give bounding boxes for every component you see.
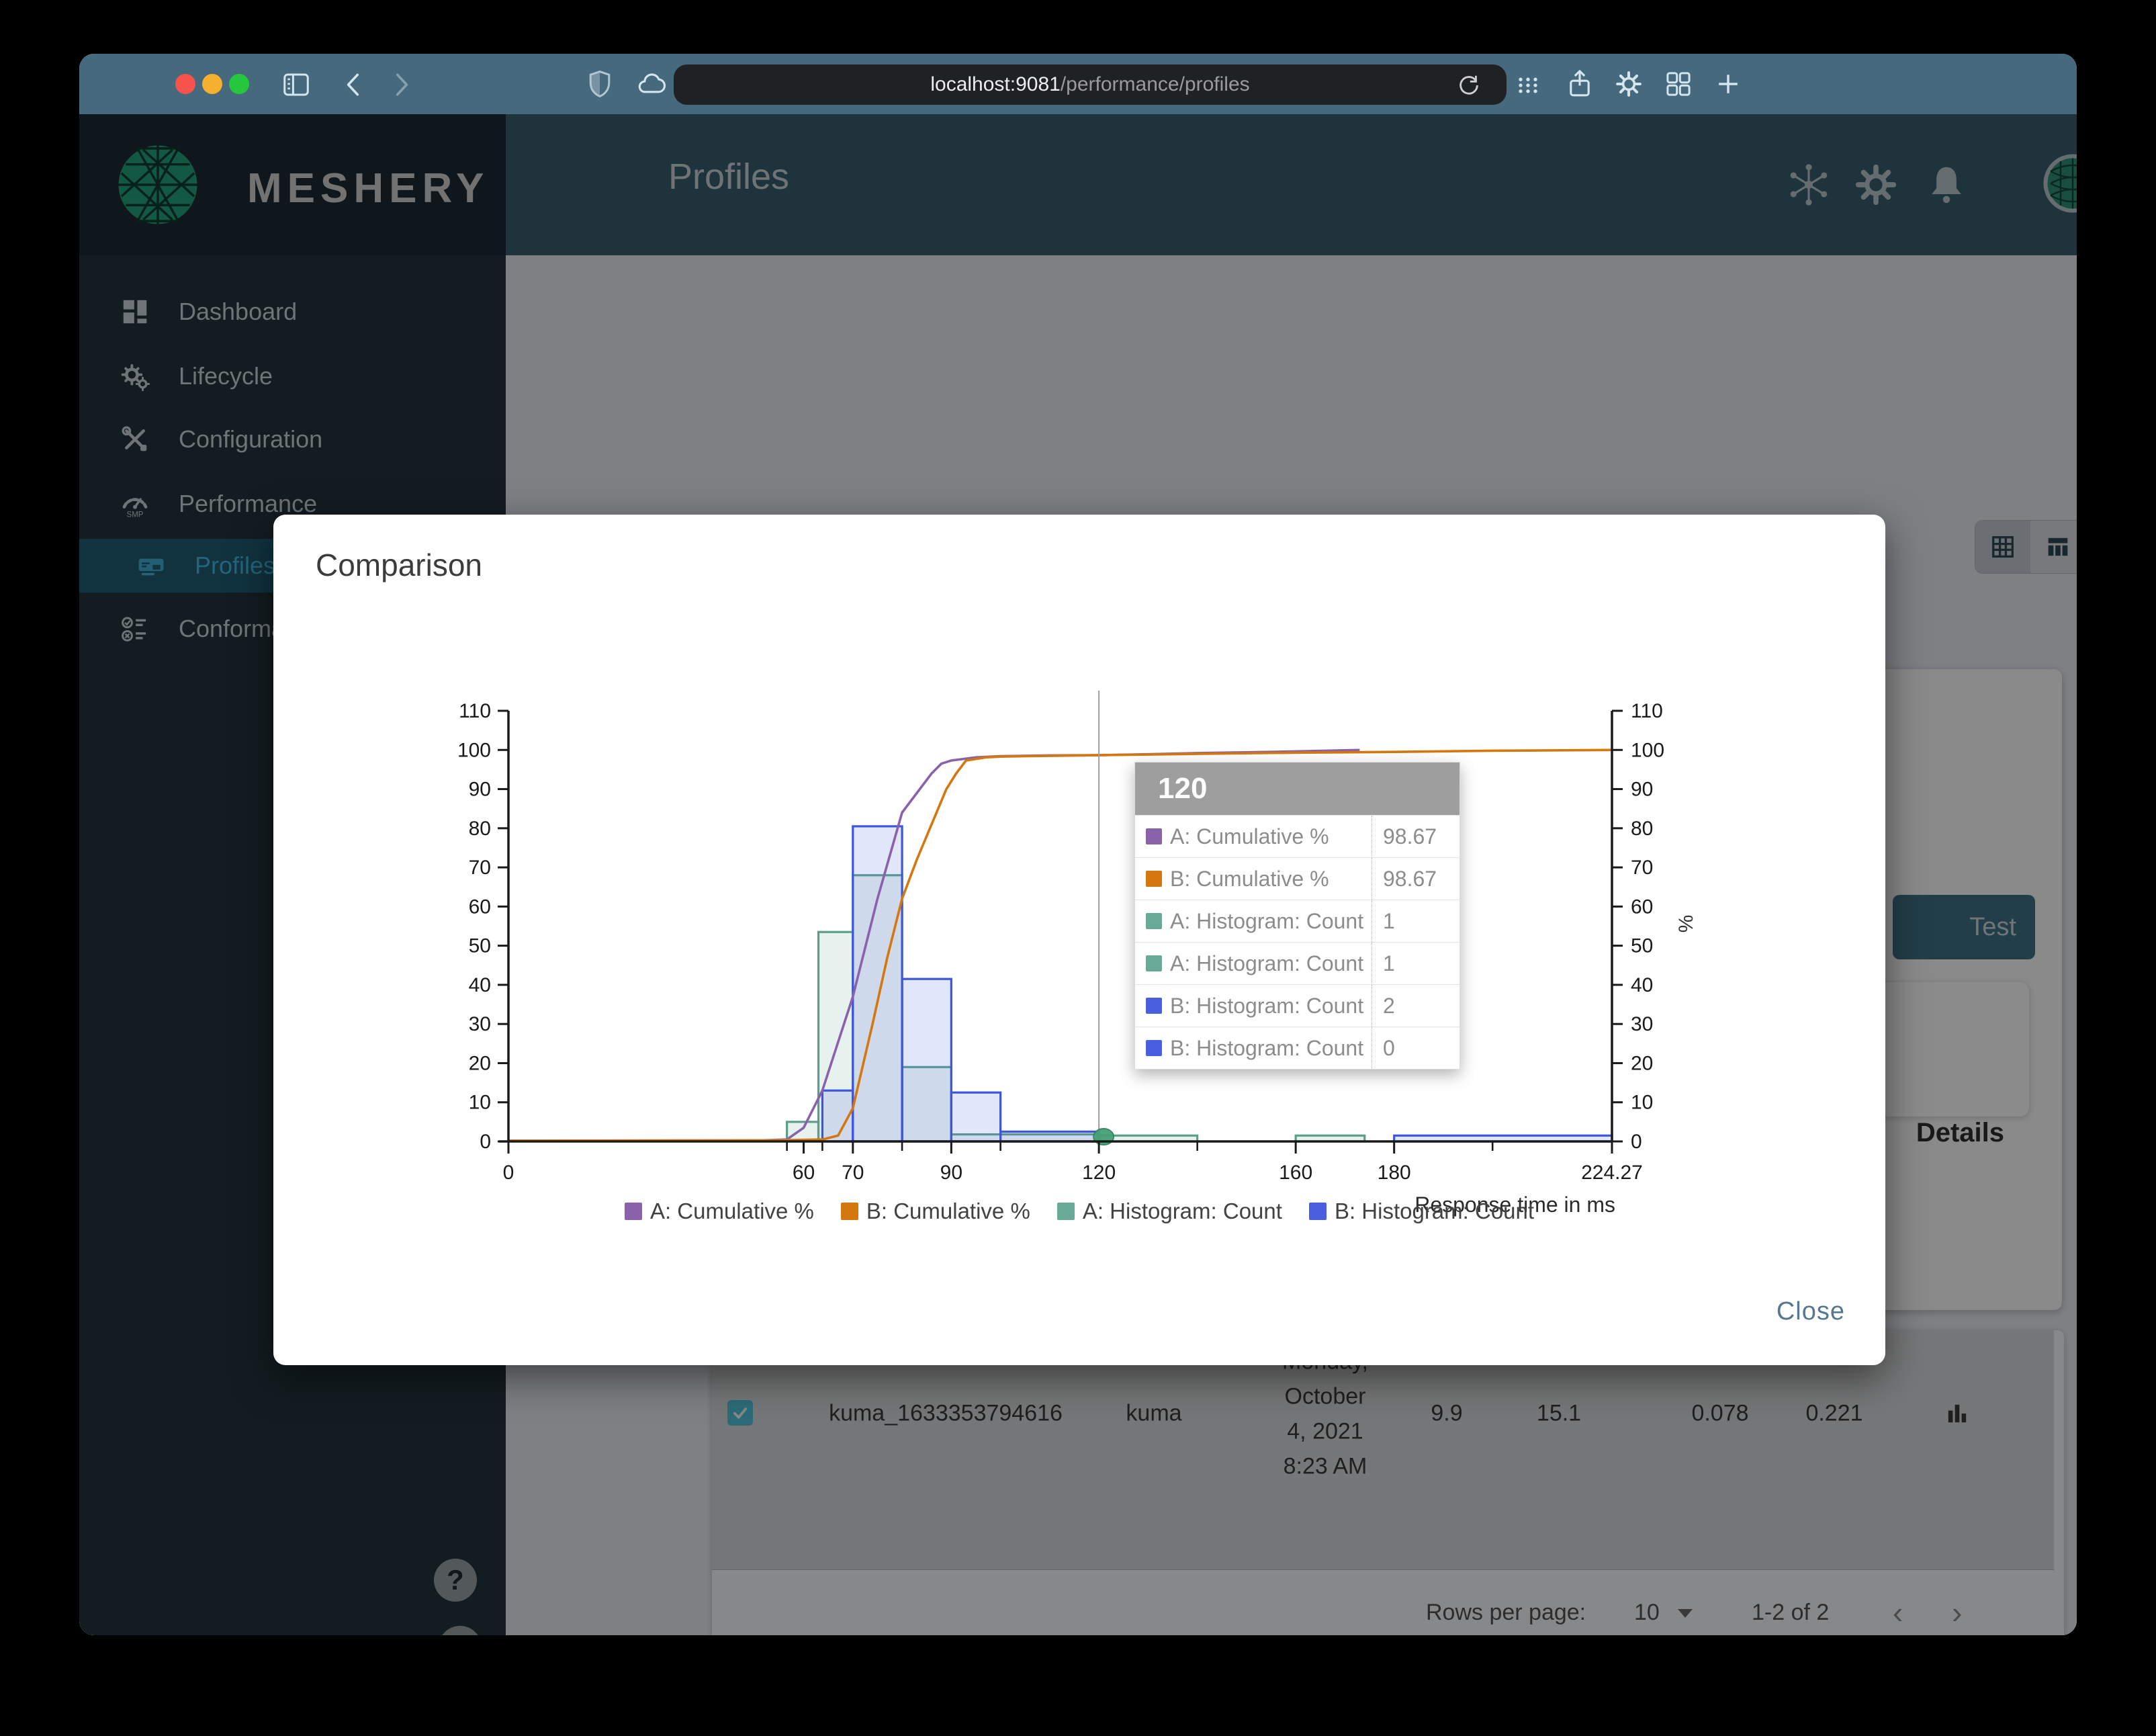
tab-overview-icon[interactable] (1663, 69, 1694, 99)
x-axis-tick-label: 180 (1378, 1162, 1411, 1184)
series-swatch (1146, 828, 1162, 844)
series-swatch (1146, 871, 1162, 887)
refresh-icon[interactable] (1456, 73, 1482, 98)
x-axis-tick-label: 90 (940, 1162, 962, 1184)
comparison-chart[interactable]: 0 10 20 30 40 50 60 70 80 90 100 110 0 10 20 30 40 50 60 70… (273, 515, 1885, 1365)
tooltip-row: B: Histogram: Count 0 (1135, 1027, 1459, 1069)
right-axis-tick-label: 40 (1631, 974, 1653, 996)
histogram-bar[interactable] (950, 1091, 1002, 1143)
x-axis-tick-label: 160 (1279, 1162, 1312, 1184)
legend-swatch (1057, 1203, 1075, 1220)
legend-item[interactable]: A: Cumulative % (624, 1199, 814, 1224)
right-axis-tick-label: 60 (1631, 896, 1653, 918)
x-axis-tick-label: 60 (793, 1162, 815, 1184)
histogram-bar[interactable] (901, 978, 952, 1143)
privacy-shield-icon[interactable] (584, 69, 615, 99)
series-swatch (1146, 955, 1162, 971)
right-axis-tick-label: 100 (1631, 739, 1664, 761)
right-axis-tick-label: 10 (1631, 1092, 1653, 1114)
x-axis-tick-label: 70 (842, 1162, 864, 1184)
series-swatch (1146, 913, 1162, 929)
tooltip-header: 120 (1135, 763, 1459, 815)
legend-swatch (624, 1203, 642, 1220)
right-axis-tick-label: 70 (1631, 857, 1653, 879)
browser-settings-gear-icon[interactable] (1613, 68, 1645, 100)
right-axis-label: % (1674, 914, 1697, 933)
comparison-modal: Comparison 0 10 20 30 40 50 60 70 80 90 100 110 0 10 2… (273, 515, 1885, 1365)
right-axis-tick-label: 50 (1631, 935, 1653, 957)
close-window-button[interactable] (175, 74, 195, 94)
x-axis-tick-label: 0 (503, 1162, 514, 1184)
zoom-window-button[interactable] (229, 74, 249, 94)
left-axis-tick-label: 110 (459, 700, 491, 722)
x-axis-tick-label: 224.27 (1581, 1162, 1643, 1184)
left-axis-tick-label: 80 (469, 818, 491, 840)
x-axis-tick-label: 120 (1082, 1162, 1116, 1184)
minimize-window-button[interactable] (202, 74, 222, 94)
series-swatch (1146, 1040, 1162, 1056)
icloud-tab-icon[interactable] (635, 69, 668, 101)
left-axis-tick-label: 70 (469, 857, 491, 879)
histogram-bar[interactable] (999, 1130, 1100, 1143)
forward-icon[interactable] (387, 71, 415, 99)
tooltip-row: A: Histogram: Count 1 (1135, 942, 1459, 984)
sidebar-toggle-icon[interactable] (281, 69, 312, 100)
legend-item[interactable]: B: Histogram: Count (1308, 1199, 1534, 1224)
browser-titlebar: localhost:9081/performance/profiles (79, 54, 2077, 114)
left-axis-tick-label: 100 (457, 739, 491, 761)
legend-swatch (1308, 1203, 1327, 1220)
browser-window: localhost:9081/performance/profiles MESH… (79, 54, 2077, 1635)
tooltip-row: B: Histogram: Count 2 (1135, 984, 1459, 1027)
tooltip-row: A: Histogram: Count 1 (1135, 900, 1459, 942)
close-button[interactable]: Close (1777, 1297, 1845, 1326)
left-axis-tick-label: 10 (469, 1092, 491, 1114)
chart-legend: A: Cumulative % B: Cumulative % A: Histo… (273, 1199, 1885, 1224)
right-axis-tick-label: 80 (1631, 818, 1653, 840)
right-axis-tick-label: 30 (1631, 1013, 1653, 1035)
right-axis-tick-label: 20 (1631, 1052, 1653, 1074)
left-axis-tick-label: 20 (469, 1052, 491, 1074)
right-axis-tick-label: 110 (1631, 700, 1663, 722)
url-bar[interactable]: localhost:9081/performance/profiles (674, 64, 1507, 105)
left-axis-tick-label: 30 (469, 1013, 491, 1035)
left-axis-tick-label: 60 (469, 896, 491, 918)
legend-item[interactable]: A: Histogram: Count (1057, 1199, 1282, 1224)
left-axis-tick-label: 90 (469, 779, 491, 801)
legend-swatch (840, 1203, 858, 1220)
series-swatch (1146, 998, 1162, 1014)
extensions-grid-icon[interactable] (1513, 71, 1543, 100)
left-axis-tick-label: 40 (469, 974, 491, 996)
histogram-bar[interactable] (852, 825, 903, 1143)
tooltip-row: B: Cumulative % 98.67 (1135, 857, 1459, 900)
tooltip-row: A: Cumulative % 98.67 (1135, 815, 1459, 857)
right-axis-tick-label: 0 (1631, 1131, 1642, 1153)
url-text: localhost:9081/performance/profiles (930, 73, 1250, 95)
left-axis-tick-label: 0 (480, 1131, 491, 1153)
legend-item[interactable]: B: Cumulative % (840, 1199, 1030, 1224)
new-tab-icon[interactable] (1713, 69, 1744, 99)
chart-tooltip: 120 A: Cumulative % 98.67 B: Cumulative … (1134, 762, 1460, 1070)
right-axis-tick-label: 90 (1631, 779, 1653, 801)
share-icon[interactable] (1564, 68, 1596, 100)
back-icon[interactable] (340, 71, 368, 99)
left-axis-tick-label: 50 (469, 935, 491, 957)
